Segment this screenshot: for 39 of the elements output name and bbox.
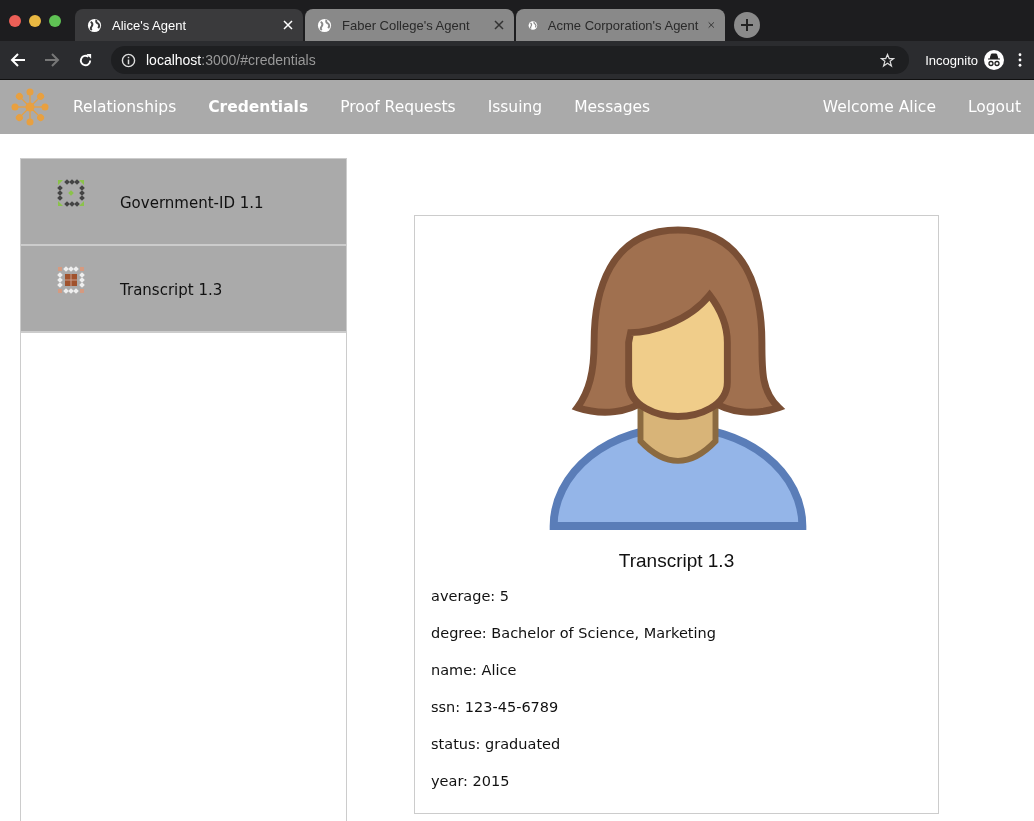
attribute-text: year: 2015 [431, 772, 511, 790]
browser-tab[interactable]: Acme Corporation's Agent [516, 9, 725, 41]
reload-icon[interactable] [78, 52, 93, 68]
attribute-text: degree: Bachelor of Science, Marketing [431, 624, 717, 642]
url-text: localhost:3000/#credentials [146, 52, 317, 68]
nav-link[interactable]: Credentials [208, 98, 309, 116]
attribute-text: average: 5 [431, 587, 511, 605]
menu-icon[interactable] [1018, 53, 1022, 67]
pattern-icon [57, 266, 85, 294]
attribute-text: status: graduated [431, 735, 562, 753]
new-tab-icon[interactable] [734, 12, 760, 38]
globe-icon [317, 17, 332, 33]
credential-item[interactable]: Government-ID 1.1 [21, 159, 346, 246]
address-bar[interactable]: localhost:3000/#credentials [111, 46, 910, 74]
back-arrow-icon[interactable] [10, 52, 26, 68]
star-icon[interactable] [880, 52, 896, 68]
browser-tab[interactable]: Faber College's Agent [305, 9, 514, 41]
browser-tab[interactable]: Alice's Agent [75, 9, 303, 41]
credential-name: Transcript 1.3 [120, 280, 223, 299]
tab-title: Faber College's Agent [342, 17, 471, 33]
nav-link[interactable]: Messages [574, 98, 651, 116]
welcome-text: Welcome Alice [822, 98, 936, 116]
credential-item[interactable]: Transcript 1.3 [21, 246, 346, 333]
nav-link[interactable]: Relationships [73, 98, 177, 116]
tab-title: Alice's Agent [112, 17, 188, 33]
tab-title: Acme Corporation's Agent [547, 17, 699, 33]
logout-link[interactable]: Logout [967, 98, 1021, 116]
nav-link[interactable]: Issuing [487, 98, 543, 116]
forward-arrow-icon[interactable] [44, 52, 60, 68]
credential-title: Transcript 1.3 [617, 550, 736, 572]
profile-label: Incognito [925, 52, 978, 68]
info-icon [121, 52, 136, 68]
credential-name: Government-ID 1.1 [120, 193, 264, 212]
globe-icon [87, 17, 102, 33]
pattern-icon [57, 179, 85, 207]
attribute-text: ssn: 123-45-6789 [431, 698, 560, 716]
attribute-text: name: Alice [431, 661, 518, 679]
incognito-icon[interactable] [984, 50, 1004, 70]
nav-link[interactable]: Proof Requests [340, 98, 456, 116]
